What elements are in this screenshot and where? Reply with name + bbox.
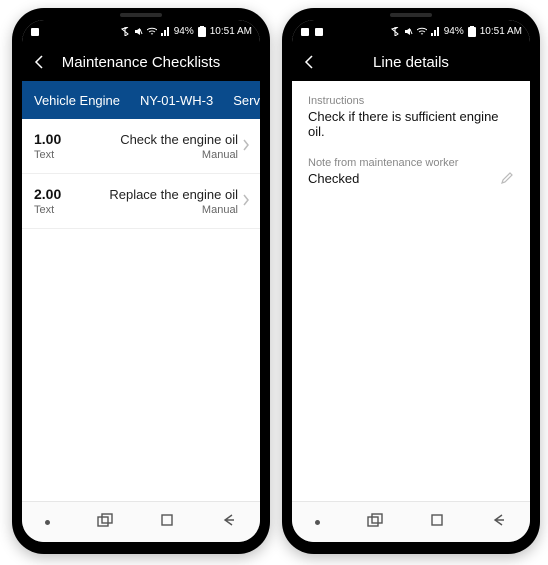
bluetooth-icon: [391, 27, 400, 36]
nav-back-button[interactable]: [491, 513, 507, 532]
status-time: 10:51 AM: [210, 26, 252, 37]
android-nav-bar: [292, 501, 530, 542]
row-description: Replace the engine oil: [88, 187, 238, 202]
tab-bar: Vehicle Engine NY-01-WH-3 Service: [22, 81, 260, 119]
nav-recents-button[interactable]: [97, 513, 113, 532]
phone-screen-left: 94% 10:51 AM Maintenance Checklists Vehi…: [22, 20, 260, 542]
battery-pct: 94%: [444, 26, 464, 37]
battery-icon: [468, 26, 476, 37]
phone-speaker: [120, 13, 162, 17]
tab-vehicle-engine[interactable]: Vehicle Engine: [22, 93, 130, 108]
nav-recents-button[interactable]: [367, 513, 383, 532]
sim-icon: [314, 27, 324, 37]
details-content: Instructions Check if there is sufficien…: [292, 81, 530, 204]
status-bar: 94% 10:51 AM: [292, 20, 530, 43]
phone-frame-left: 94% 10:51 AM Maintenance Checklists Vehi…: [12, 8, 270, 554]
app-bar: Maintenance Checklists: [22, 43, 260, 81]
nav-home-button[interactable]: [430, 513, 444, 532]
app-bar: Line details: [292, 43, 530, 81]
status-bar: 94% 10:51 AM: [22, 20, 260, 43]
row-type: Text: [34, 149, 88, 161]
signal-icon: [431, 27, 440, 36]
note-value: Checked: [308, 171, 359, 186]
row-type: Text: [34, 204, 88, 216]
sim-icon: [300, 27, 310, 37]
instructions-label: Instructions: [308, 95, 514, 107]
battery-icon: [198, 26, 206, 37]
status-left-icons: [300, 27, 324, 37]
signal-icon: [161, 27, 170, 36]
nav-assistant-icon[interactable]: [315, 520, 320, 525]
nav-assistant-icon[interactable]: [45, 520, 50, 525]
battery-pct: 94%: [174, 26, 194, 37]
tab-service[interactable]: Service: [223, 93, 260, 108]
chevron-right-icon: [238, 139, 254, 154]
list-item[interactable]: 1.00 Text Check the engine oil Manual: [22, 119, 260, 174]
pencil-icon: [500, 171, 514, 185]
android-nav-bar: [22, 501, 260, 542]
wifi-icon: [147, 27, 157, 36]
phone-screen-right: 94% 10:51 AM Line details Instructions C…: [292, 20, 530, 542]
page-title: Maintenance Checklists: [22, 54, 260, 71]
row-number: 1.00: [34, 131, 88, 147]
chevron-right-icon: [238, 194, 254, 209]
row-mode: Manual: [88, 149, 238, 161]
status-right-icons: 94% 10:51 AM: [391, 26, 522, 37]
nav-back-button[interactable]: [221, 513, 237, 532]
page-title: Line details: [292, 54, 530, 71]
status-left-icons: [30, 27, 40, 37]
row-number: 2.00: [34, 186, 88, 202]
nav-home-button[interactable]: [160, 513, 174, 532]
bluetooth-icon: [121, 27, 130, 36]
checklist-list: 1.00 Text Check the engine oil Manual 2.…: [22, 119, 260, 229]
row-mode: Manual: [88, 204, 238, 216]
instructions-value: Check if there is sufficient engine oil.: [308, 109, 514, 139]
row-description: Check the engine oil: [88, 132, 238, 147]
status-right-icons: 94% 10:51 AM: [121, 26, 252, 37]
status-time: 10:51 AM: [480, 26, 522, 37]
wifi-icon: [417, 27, 427, 36]
mute-icon: [404, 27, 413, 36]
note-label: Note from maintenance worker: [308, 157, 514, 169]
sim-icon: [30, 27, 40, 37]
edit-note-button[interactable]: [500, 171, 514, 190]
list-item[interactable]: 2.00 Text Replace the engine oil Manual: [22, 174, 260, 229]
phone-frame-right: 94% 10:51 AM Line details Instructions C…: [282, 8, 540, 554]
tab-asset[interactable]: NY-01-WH-3: [130, 93, 223, 108]
mute-icon: [134, 27, 143, 36]
phone-speaker: [390, 13, 432, 17]
